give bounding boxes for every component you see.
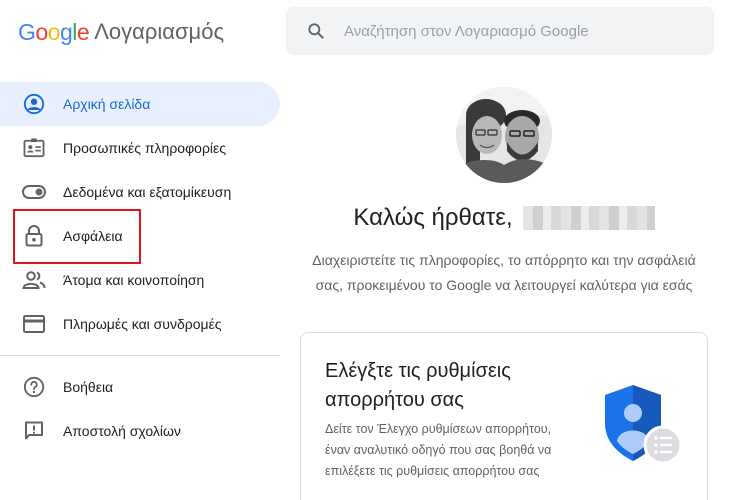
sidebar-item-security[interactable]: Ασφάλεια: [0, 214, 280, 258]
card-title: Ελέγξτε τις ρυθμίσεις απορρήτου σας: [325, 360, 511, 411]
search-input[interactable]: [344, 22, 704, 40]
welcome-heading: Καλώς ήρθατε,: [300, 204, 708, 232]
sidebar-item-label: Άτομα και κοινοποίηση: [63, 272, 205, 288]
google-wordmark: Google: [18, 18, 90, 45]
card-description: Δείτε τον Έλεγχο ρυθμίσεων απορρήτου, έν…: [325, 422, 552, 478]
toggle-icon: [22, 180, 46, 204]
sidebar-item-label: Βοήθεια: [63, 379, 114, 395]
search-icon[interactable]: [306, 21, 326, 41]
sidebar-item-label: Δεδομένα και εξατομίκευση: [63, 184, 232, 200]
sidebar-item-payments[interactable]: Πληρωμές και συνδρομές: [0, 302, 280, 346]
help-icon: [22, 375, 46, 399]
welcome-text: Καλώς ήρθατε,: [353, 204, 513, 231]
sidebar-item-label: Αποστολή σχολίων: [63, 423, 181, 439]
id-card-icon: [22, 136, 46, 160]
sidebar-item-label: Πληρωμές και συνδρομές: [63, 316, 222, 332]
feedback-icon: [22, 419, 46, 443]
sidebar-nav: Αρχική σελίδα Προσωπικές πληροφορίες Δεδ…: [0, 82, 280, 453]
sidebar-item-people-sharing[interactable]: Άτομα και κοινοποίηση: [0, 258, 280, 302]
people-icon: [22, 268, 46, 292]
sidebar-item-feedback[interactable]: Αποστολή σχολίων: [0, 409, 280, 453]
lock-icon: [22, 224, 46, 248]
google-account-logo[interactable]: Google Λογαριασμός: [18, 18, 224, 46]
credit-card-icon: [22, 312, 46, 336]
sidebar-item-home[interactable]: Αρχική σελίδα: [0, 82, 280, 126]
privacy-shield-icon: [605, 385, 683, 465]
product-name: Λογαριασμός: [94, 19, 225, 44]
sidebar-divider: [0, 355, 280, 356]
redacted-username: [522, 206, 655, 230]
search-bar[interactable]: [286, 7, 714, 55]
sidebar-item-data-personalization[interactable]: Δεδομένα και εξατομίκευση: [0, 170, 280, 214]
avatar-photo: [456, 87, 552, 183]
sidebar-item-help[interactable]: Βοήθεια: [0, 365, 280, 409]
welcome-subtitle: Διαχειριστείτε τις πληροφορίες, το απόρρ…: [312, 252, 696, 293]
sidebar-item-label: Ασφάλεια: [63, 228, 123, 244]
sidebar-item-label: Προσωπικές πληροφορίες: [63, 140, 227, 156]
sidebar-item-label: Αρχική σελίδα: [63, 96, 151, 112]
account-circle-icon: [22, 92, 46, 116]
sidebar-item-personal-info[interactable]: Προσωπικές πληροφορίες: [0, 126, 280, 170]
avatar[interactable]: [456, 87, 552, 183]
privacy-checkup-card[interactable]: Ελέγξτε τις ρυθμίσεις απορρήτου σας Δείτ…: [300, 332, 708, 500]
